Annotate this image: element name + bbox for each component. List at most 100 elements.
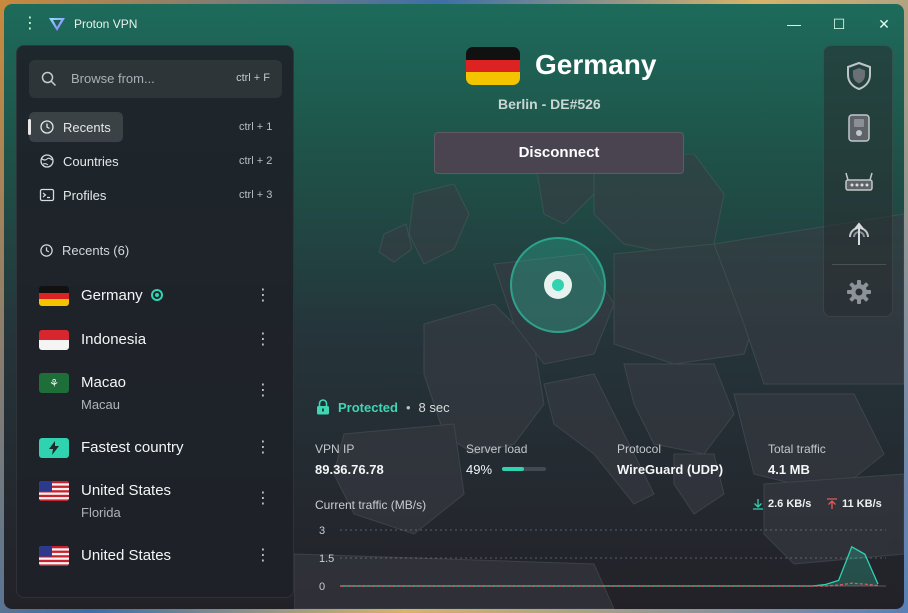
connection-status: Protected • 8 sec bbox=[316, 399, 450, 415]
nav-countries-label: Countries bbox=[63, 154, 119, 169]
nav-countries-shortcut: ctrl + 2 bbox=[239, 155, 273, 167]
close-button[interactable]: ✕ bbox=[864, 10, 904, 38]
rail-divider bbox=[832, 264, 886, 265]
more-options-icon[interactable]: ⋮ bbox=[255, 286, 271, 306]
lightning-icon bbox=[39, 438, 69, 458]
vpn-ip-value: 89.36.76.78 bbox=[315, 462, 384, 477]
server-name: Berlin - DE#526 bbox=[498, 96, 601, 112]
nav-countries[interactable]: Countries ctrl + 2 bbox=[29, 146, 282, 176]
download-speed: 2.6 KB/s bbox=[752, 498, 811, 510]
stat-label: Server load bbox=[466, 442, 528, 456]
recent-item-name: United States bbox=[81, 482, 172, 499]
recents-section-header: Recents (6) bbox=[39, 243, 129, 258]
upload-arrow-icon bbox=[827, 498, 837, 509]
upload-speed: 11 KB/s bbox=[826, 498, 882, 510]
search-shortcut: ctrl + F bbox=[236, 72, 270, 84]
protocol-value: WireGuard (UDP) bbox=[617, 462, 724, 477]
flag-united-states-icon bbox=[39, 546, 69, 566]
recent-item-name: Indonesia bbox=[81, 331, 147, 348]
search-placeholder: Browse from... bbox=[71, 71, 155, 86]
more-options-icon[interactable]: ⋮ bbox=[255, 381, 271, 401]
recent-item-germany[interactable]: Germany ⋮ bbox=[17, 278, 295, 314]
stat-total-traffic: Total traffic 4.1 MB bbox=[768, 442, 826, 477]
recent-item-name: United States bbox=[81, 547, 172, 564]
connected-country: Germany bbox=[535, 49, 657, 80]
search-icon bbox=[41, 71, 57, 87]
location-pin-dot bbox=[552, 279, 564, 291]
connected-indicator-icon bbox=[150, 289, 163, 301]
nav-profiles-shortcut: ctrl + 3 bbox=[239, 189, 273, 201]
title-bar: ⋮ Proton VPN — ☐ ✕ bbox=[4, 4, 904, 44]
flag-macao-icon: ⚘ bbox=[39, 373, 69, 393]
history-icon bbox=[40, 244, 53, 257]
download-arrow-icon bbox=[753, 499, 763, 510]
recent-item-macao[interactable]: ⚘ Macao Macau ⋮ bbox=[17, 366, 295, 416]
status-separator: • bbox=[405, 399, 411, 415]
download-series-line bbox=[340, 545, 879, 587]
port-forwarding-button[interactable] bbox=[841, 214, 877, 250]
feature-rail bbox=[823, 45, 893, 317]
more-options-icon[interactable]: ⋮ bbox=[255, 438, 271, 458]
netshield-button[interactable] bbox=[841, 58, 877, 94]
nav-recents-label: Recents bbox=[63, 120, 111, 135]
recent-item-name: Germany bbox=[81, 287, 163, 304]
recents-count-label: Recents (6) bbox=[62, 243, 130, 258]
kill-switch-button[interactable] bbox=[841, 110, 877, 146]
vpn-accelerator-button[interactable] bbox=[841, 164, 877, 200]
y-tick-label: 0 bbox=[319, 581, 325, 592]
app-window: ⋮ Proton VPN — ☐ ✕ Browse from... ctrl +… bbox=[4, 4, 904, 609]
stat-vpn-ip: VPN IP 89.36.76.78 bbox=[315, 442, 384, 477]
router-icon bbox=[845, 172, 873, 191]
proton-vpn-logo-icon bbox=[49, 18, 65, 31]
stat-label: VPN IP bbox=[315, 442, 355, 456]
settings-icon bbox=[847, 280, 871, 304]
server-load-bar bbox=[502, 467, 546, 471]
flag-united-states-icon bbox=[39, 481, 69, 501]
more-options-icon[interactable]: ⋮ bbox=[255, 489, 271, 509]
total-traffic-value: 4.1 MB bbox=[768, 462, 810, 477]
download-speed-value: 2.6 KB/s bbox=[768, 498, 812, 510]
nav-recents[interactable]: Recents bbox=[28, 112, 123, 142]
nav-profiles-label: Profiles bbox=[63, 188, 107, 203]
stat-server-load: Server load 49% bbox=[466, 442, 527, 477]
stat-protocol: Protocol WireGuard (UDP) bbox=[617, 442, 723, 477]
more-options-icon[interactable]: ⋮ bbox=[255, 330, 271, 350]
killswitch-icon bbox=[848, 114, 870, 142]
settings-button[interactable] bbox=[841, 274, 877, 310]
traffic-chart: 01.53 bbox=[319, 525, 886, 592]
app-title: Proton VPN bbox=[74, 17, 138, 31]
download-series-area bbox=[340, 546, 878, 586]
upload-speed-value: 11 KB/s bbox=[842, 498, 882, 510]
disconnect-button[interactable]: Disconnect bbox=[434, 132, 684, 174]
search-input[interactable]: Browse from... ctrl + F bbox=[29, 60, 282, 98]
more-options-icon[interactable]: ⋮ bbox=[255, 546, 271, 566]
flag-indonesia-icon bbox=[39, 330, 69, 350]
flag-germany-icon bbox=[466, 47, 520, 85]
recent-item-subtitle: Macau bbox=[81, 397, 121, 412]
app-menu-button[interactable]: ⋮ bbox=[22, 14, 38, 34]
port-forwarding-icon bbox=[849, 222, 869, 245]
y-tick-label: 3 bbox=[319, 525, 325, 537]
minimize-button[interactable]: — bbox=[774, 10, 814, 38]
status-text: Protected bbox=[338, 399, 398, 415]
recent-item-united-states-florida[interactable]: United States Florida ⋮ bbox=[17, 474, 295, 524]
terminal-icon bbox=[39, 188, 55, 202]
server-load-fill bbox=[502, 467, 524, 471]
recent-item-indonesia[interactable]: Indonesia ⋮ bbox=[17, 322, 295, 358]
stat-label: Protocol bbox=[617, 442, 662, 456]
sidebar: Browse from... ctrl + F Recents ctrl + 1… bbox=[16, 45, 294, 598]
maximize-button[interactable]: ☐ bbox=[819, 10, 859, 38]
recent-item-united-states[interactable]: United States ⋮ bbox=[17, 538, 295, 574]
lock-icon bbox=[317, 399, 329, 415]
globe-icon bbox=[40, 154, 54, 168]
recent-item-fastest-country[interactable]: Fastest country ⋮ bbox=[17, 430, 295, 466]
y-tick-label: 1.5 bbox=[319, 553, 334, 565]
recent-item-name: Macao bbox=[81, 374, 127, 391]
nav-recents-shortcut: ctrl + 1 bbox=[239, 121, 273, 133]
nav-profiles[interactable]: Profiles ctrl + 3 bbox=[29, 180, 282, 210]
history-icon bbox=[40, 120, 54, 134]
stat-label: Total traffic bbox=[768, 442, 826, 456]
shield-icon bbox=[847, 61, 871, 91]
recent-item-subtitle: Florida bbox=[81, 505, 121, 520]
recent-item-name: Fastest country bbox=[81, 439, 184, 456]
